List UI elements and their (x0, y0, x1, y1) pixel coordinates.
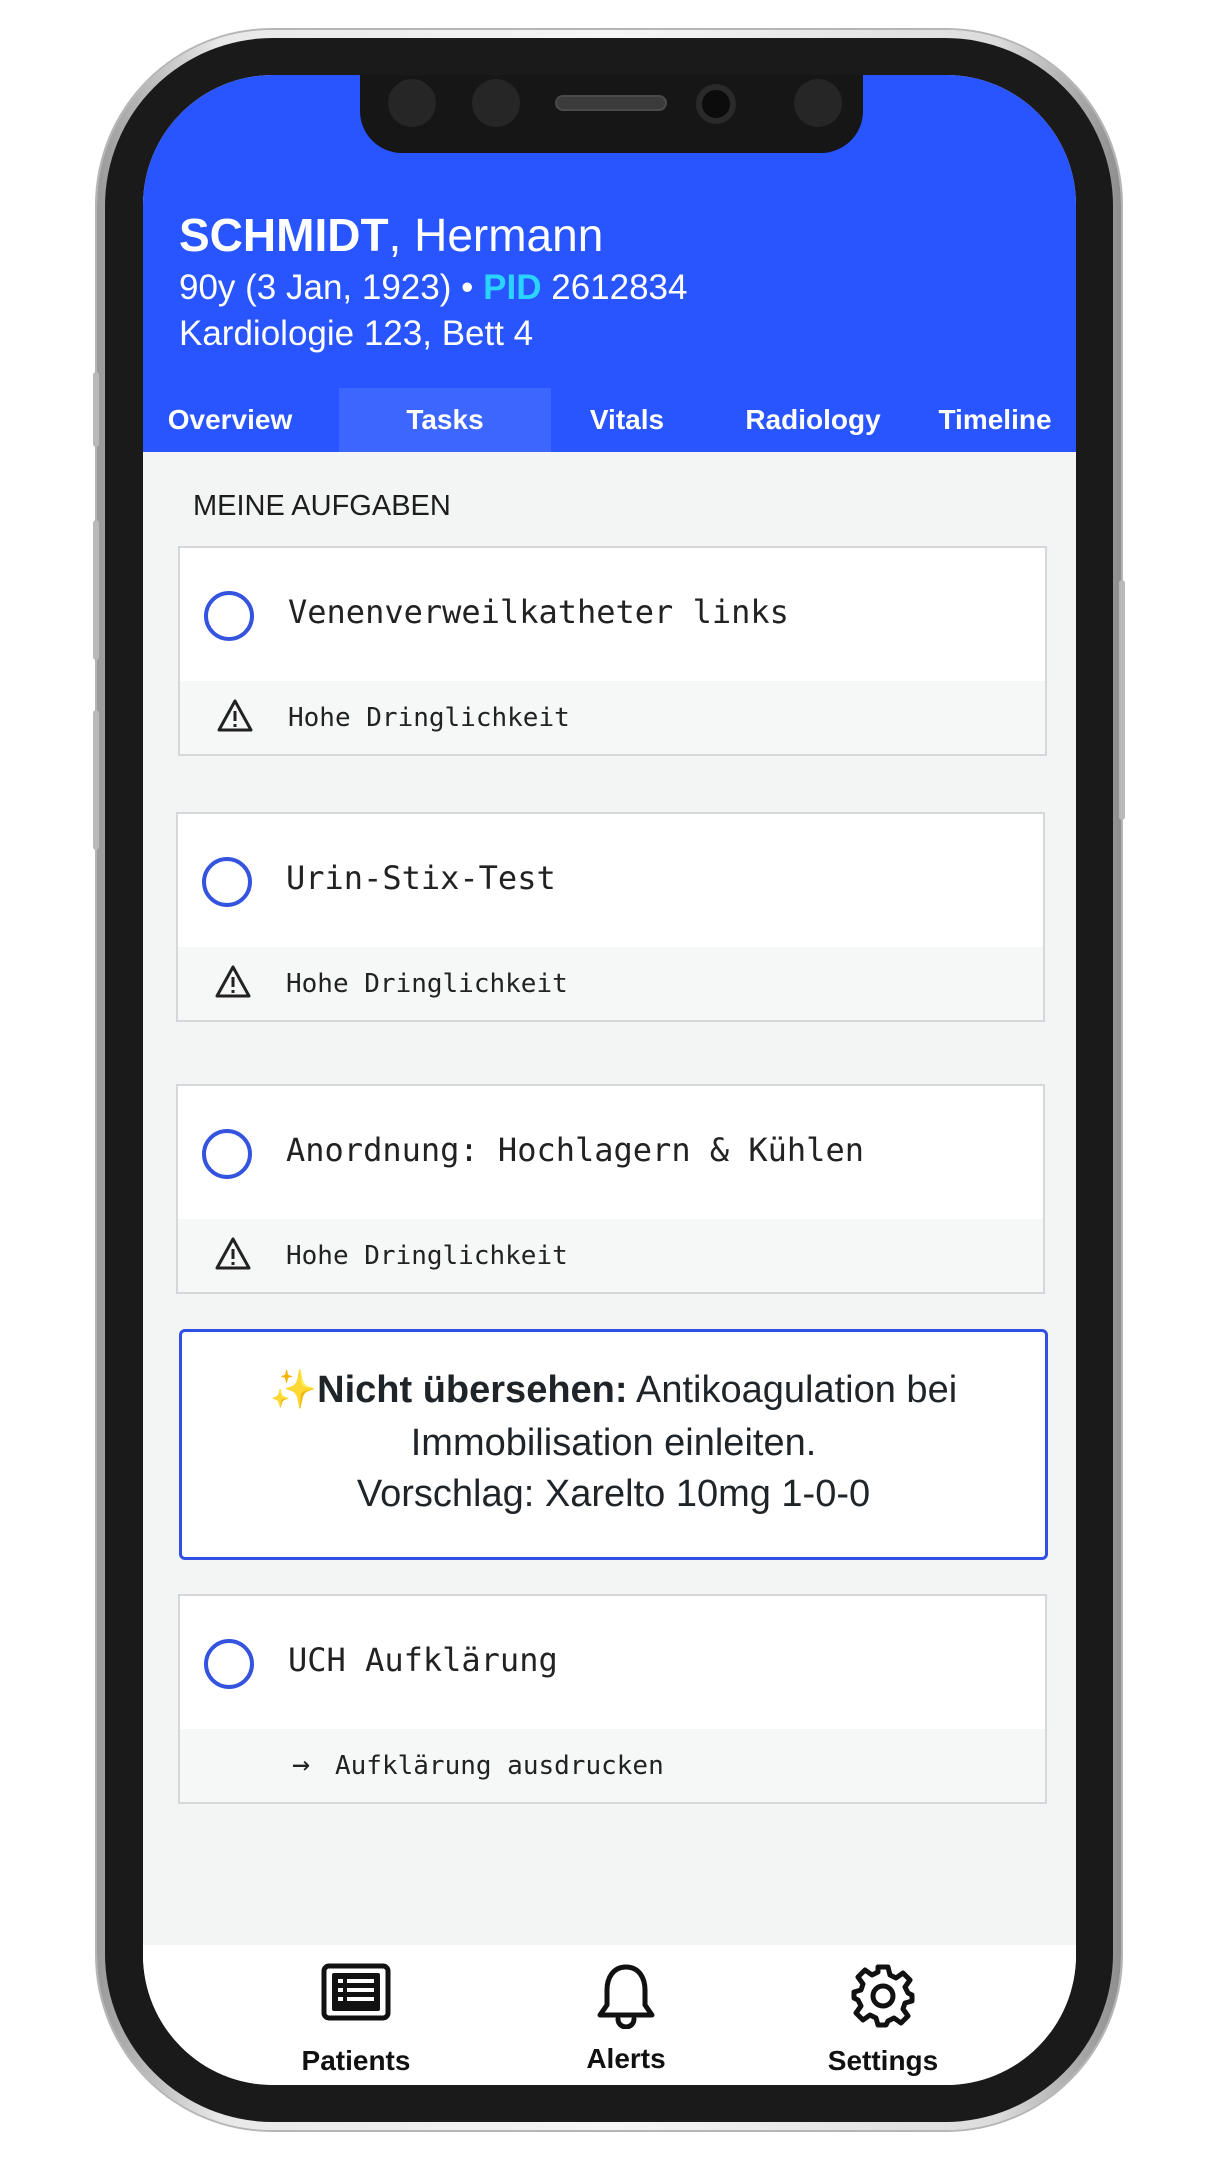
tabbar-patients[interactable]: Patients (256, 1945, 456, 2085)
patients-list-icon (321, 1963, 391, 2021)
task-card[interactable]: Urin-Stix-Test Hohe Dringlichkeit (176, 812, 1045, 1022)
suggestion-label: Nicht übersehen: (317, 1369, 628, 1411)
bell-icon (597, 1964, 655, 2029)
task-meta-row: Hohe Dringlichkeit (178, 947, 1043, 1020)
arrow-right-icon: → (292, 1747, 311, 1782)
section-title: MEINE AUFGABEN (193, 490, 451, 522)
patient-location: Kardiologie 123, Bett 4 (179, 314, 534, 353)
task-main-row: Urin-Stix-Test (178, 814, 1043, 948)
task-action-row[interactable]: → Aufklärung ausdrucken (180, 1729, 1045, 1802)
tabbar-alerts-label: Alerts (586, 2043, 666, 2074)
mute-switch (93, 372, 99, 447)
task-main-row: Venenverweilkatheter links (180, 548, 1045, 682)
tab-radiology[interactable]: Radiology (723, 388, 903, 452)
name-separator: , (388, 209, 402, 261)
task-main-row: UCH Aufklärung (180, 1596, 1045, 1730)
tabbar-patients-label: Patients (301, 2045, 411, 2076)
task-card[interactable]: Anordnung: Hochlagern & Kühlen Hohe Drin… (176, 1084, 1045, 1294)
patient-age-dob: 90y (3 Jan, 1923) (179, 268, 452, 307)
task-checkbox[interactable] (202, 1129, 252, 1179)
bottom-tab-bar: Patients Alerts Settings (143, 1945, 1076, 2085)
task-title: Venenverweilkatheter links (288, 593, 789, 631)
power-button (1119, 580, 1125, 820)
camera-notch (360, 75, 863, 153)
task-checkbox[interactable] (202, 857, 252, 907)
warning-icon (217, 699, 253, 732)
task-checkbox[interactable] (204, 591, 254, 641)
pid-label: PID (483, 268, 542, 307)
task-urgency: Hohe Dringlichkeit (286, 969, 568, 999)
task-meta-row: Hohe Dringlichkeit (180, 681, 1045, 754)
task-card[interactable]: Venenverweilkatheter links Hohe Dringlic… (178, 546, 1047, 756)
suggestion-card[interactable]: ✨Nicht übersehen: Antikoagulation bei Im… (179, 1329, 1048, 1560)
sensor-dot (472, 79, 520, 127)
task-urgency: Hohe Dringlichkeit (286, 1241, 568, 1271)
tabbar-alerts[interactable]: Alerts (526, 1945, 726, 2085)
front-camera (696, 84, 736, 124)
tab-overview[interactable]: Overview (165, 388, 295, 452)
tab-tasks[interactable]: Tasks (339, 388, 551, 452)
tabbar-settings-label: Settings (827, 2045, 939, 2076)
suggestion-line-3: Vorschlag: Xarelto 10mg 1-0-0 (356, 1473, 871, 1515)
patient-demographics: 90y (3 Jan, 1923) • PID 2612834 (179, 268, 688, 308)
pid-value: 2612834 (551, 268, 688, 307)
print-consent-link[interactable]: Aufklärung ausdrucken (335, 1751, 664, 1781)
task-title: Urin-Stix-Test (286, 859, 556, 897)
suggestion-line-2: Immobilisation einleiten. (410, 1422, 817, 1464)
task-main-row: Anordnung: Hochlagern & Kühlen (178, 1086, 1043, 1220)
gear-icon (851, 1964, 915, 2028)
task-urgency: Hohe Dringlichkeit (288, 703, 570, 733)
suggestion-line-1: ✨Nicht übersehen: Antikoagulation bei (182, 1368, 1045, 1412)
task-title: Anordnung: Hochlagern & Kühlen (286, 1131, 864, 1169)
bullet-separator: • (461, 268, 474, 307)
tab-timeline[interactable]: Timeline (925, 388, 1065, 452)
app-screen: SCHMIDT, Hermann 90y (3 Jan, 1923) • PID… (143, 75, 1076, 2085)
patient-tabs: Overview Tasks Vitals Radiology Timeline (143, 388, 1076, 452)
suggestion-text: Antikoagulation bei (636, 1369, 958, 1411)
volume-up-button (93, 520, 99, 660)
tab-vitals[interactable]: Vitals (567, 388, 687, 452)
task-title: UCH Aufklärung (288, 1641, 558, 1679)
task-checkbox[interactable] (204, 1639, 254, 1689)
task-meta-row: Hohe Dringlichkeit (178, 1219, 1043, 1292)
warning-icon (215, 1237, 251, 1270)
volume-down-button (93, 710, 99, 850)
patient-first-name: Hermann (414, 209, 604, 261)
task-card[interactable]: UCH Aufklärung → Aufklärung ausdrucken (178, 1594, 1047, 1804)
sensor-dot (794, 79, 842, 127)
sparkle-icon: ✨ (269, 1369, 318, 1411)
patient-last-name: SCHMIDT (179, 209, 389, 261)
earpiece-speaker (555, 95, 667, 111)
patient-name: SCHMIDT, Hermann (179, 208, 603, 262)
warning-icon (215, 965, 251, 998)
tabbar-settings[interactable]: Settings (783, 1945, 983, 2085)
sensor-dot (388, 79, 436, 127)
